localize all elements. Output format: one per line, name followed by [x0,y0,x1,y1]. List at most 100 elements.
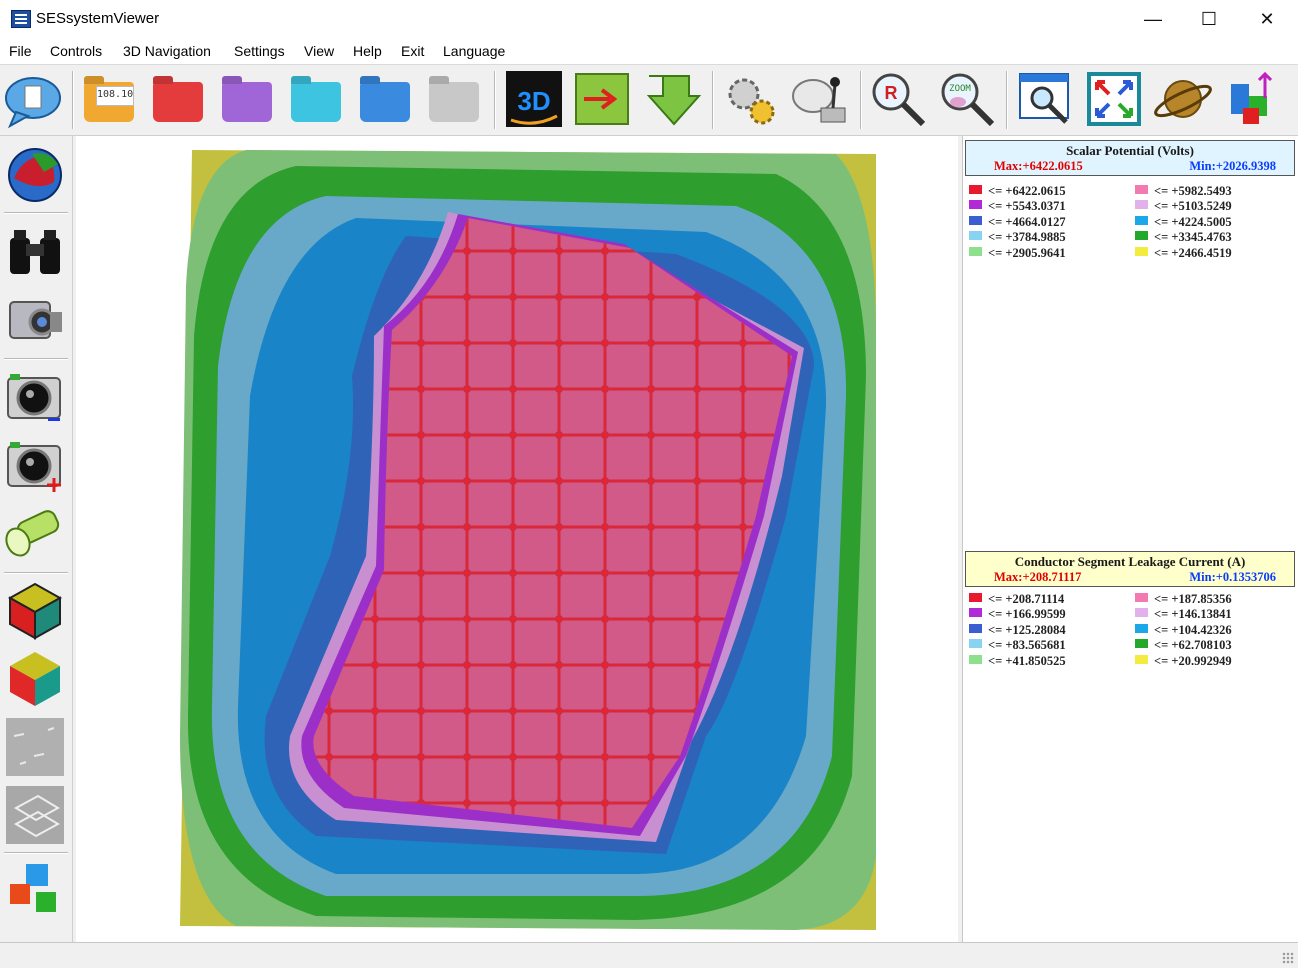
current-legend-swatch [1135,593,1148,602]
resize-grip-icon[interactable] [1282,952,1294,964]
current-legend-swatch [969,608,982,618]
solid-cube-button[interactable] [4,648,66,710]
fit-view-button[interactable] [1083,68,1145,130]
color-blocks-button[interactable] [1221,68,1283,130]
current-legend-entry: <= +166.99599 [969,607,1066,622]
window-search-icon [1019,73,1069,124]
menu-3d-navigation[interactable]: 3D Navigation [123,43,211,59]
down-arrow-button[interactable] [641,68,703,130]
grid-model-button[interactable] [4,784,66,846]
arrow-down-icon [646,75,702,126]
current-legend-entry: <= +83.565681 [969,638,1066,653]
chat-bubble-button[interactable] [2,68,64,130]
menu-exit[interactable]: Exit [401,43,424,59]
arrow-right-icon [575,73,629,125]
potential-legend-label: <= +4664.0127 [988,214,1066,229]
app-icon [11,10,31,28]
multi-cubes-icon [10,864,56,912]
maximize-button[interactable]: ☐ [1180,0,1238,38]
potential-legend-entry: <= +3784.9885 [969,230,1066,245]
gray-texture-icon [6,718,64,776]
potential-legend-title: Scalar Potential (Volts) [1066,143,1194,158]
find-window-button[interactable] [1014,68,1076,130]
toolbar: 108.10 3D R ZOOM [0,65,1298,136]
saturn-icon [1154,80,1212,118]
potential-legend-label: <= +5982.5493 [1154,184,1232,198]
scalar-potential-plot [180,150,876,930]
potential-legend-swatch [1135,246,1148,256]
current-legend-entry: <= +41.850525 [969,654,1066,669]
potential-legend-label: <= +5543.0371 [988,199,1066,214]
svg-text:3D: 3D [517,86,550,116]
potential-legend-entry: <= +6422.0615 [969,184,1066,199]
gray-grid-icon [6,786,64,844]
minimize-button[interactable]: — [1124,0,1182,38]
joystick-button[interactable] [789,68,851,130]
menu-language[interactable]: Language [443,43,505,59]
3d-icon: 3D [506,71,562,127]
camcorder-icon [9,301,62,339]
current-legend-title: Conductor Segment Leakage Current (A) [1014,554,1246,569]
folder-icon: 108.10 [84,82,134,122]
potential-legend-entry: <= +5982.5493 [1135,184,1232,199]
multi-cube-button[interactable] [4,860,66,922]
menu-controls[interactable]: Controls [50,43,102,59]
planet-button[interactable] [1152,68,1214,130]
potential-legend-swatch [969,231,982,241]
gray-folder-icon [429,82,479,122]
legend-panel: Scalar Potential (Volts) Max:+6422.0615 … [962,136,1298,942]
current-legend-label: <= +146.13841 [1154,607,1232,622]
flashlight-button[interactable] [4,502,66,564]
status-bar [0,942,1298,968]
open-cyan-folder-button[interactable] [285,68,347,130]
left-toolbar [0,136,73,942]
open-folder-108-button[interactable]: 108.10 [78,68,140,130]
menu-view[interactable]: View [304,43,334,59]
potential-legend-label: <= +3345.4763 [1154,230,1232,245]
current-legend-label: <= +62.708103 [1154,638,1232,653]
open-red-folder-button[interactable] [147,68,209,130]
potential-legend-label: <= +2466.4519 [1154,245,1232,260]
potential-legend-swatch [1135,215,1148,225]
potential-legend-swatch [969,246,982,256]
potential-legend-swatch [1135,200,1148,210]
potential-legend-swatch [1135,231,1148,241]
menu-help[interactable]: Help [353,43,382,59]
wireframe-cube-button[interactable] [4,580,66,642]
contour-layers [180,150,876,930]
open-blue-folder-button[interactable] [354,68,416,130]
potential-legend-entry: <= +3345.4763 [1135,230,1232,245]
current-legend-label: <= +125.28084 [988,622,1066,637]
binoculars-icon [10,230,60,274]
next-arrow-button[interactable] [572,68,634,130]
settings-gears-button[interactable] [720,68,782,130]
menu-file[interactable]: File [9,43,32,59]
globe-button[interactable] [4,142,66,204]
current-legend-swatch [1135,639,1148,649]
plot-canvas[interactable] [76,136,958,942]
3d-view-button[interactable]: 3D [503,68,565,130]
texture-button[interactable] [4,716,66,778]
camera-zoom-in-button[interactable] [4,434,66,496]
cube-outline-icon [7,582,63,640]
current-legend-entry: <= +208.71114 [969,592,1064,607]
binoculars-button[interactable] [4,220,66,282]
camera-zoom-out-button[interactable] [4,366,66,428]
zoom-reset-button[interactable]: R [867,68,929,130]
current-legend-entry: <= +20.992949 [1135,654,1232,669]
current-legend-swatch [969,639,982,649]
current-legend-swatch [1135,623,1148,633]
menu-settings[interactable]: Settings [234,43,285,59]
video-camera-button[interactable] [4,288,66,350]
purple-folder-icon [222,82,272,122]
potential-legend-entry: <= +5543.0371 [969,199,1066,214]
current-legend-swatch [969,623,982,633]
svg-text:ZOOM: ZOOM [949,84,971,94]
close-button[interactable]: ✕ [1238,0,1296,38]
open-purple-folder-button[interactable] [216,68,278,130]
zoom-button[interactable]: ZOOM [936,68,998,130]
open-gray-folder-button[interactable] [423,68,485,130]
current-legend-label: <= +208.71114 [988,592,1065,606]
current-max: Max:+208.71117 [994,570,1082,584]
globe-icon [8,148,62,202]
